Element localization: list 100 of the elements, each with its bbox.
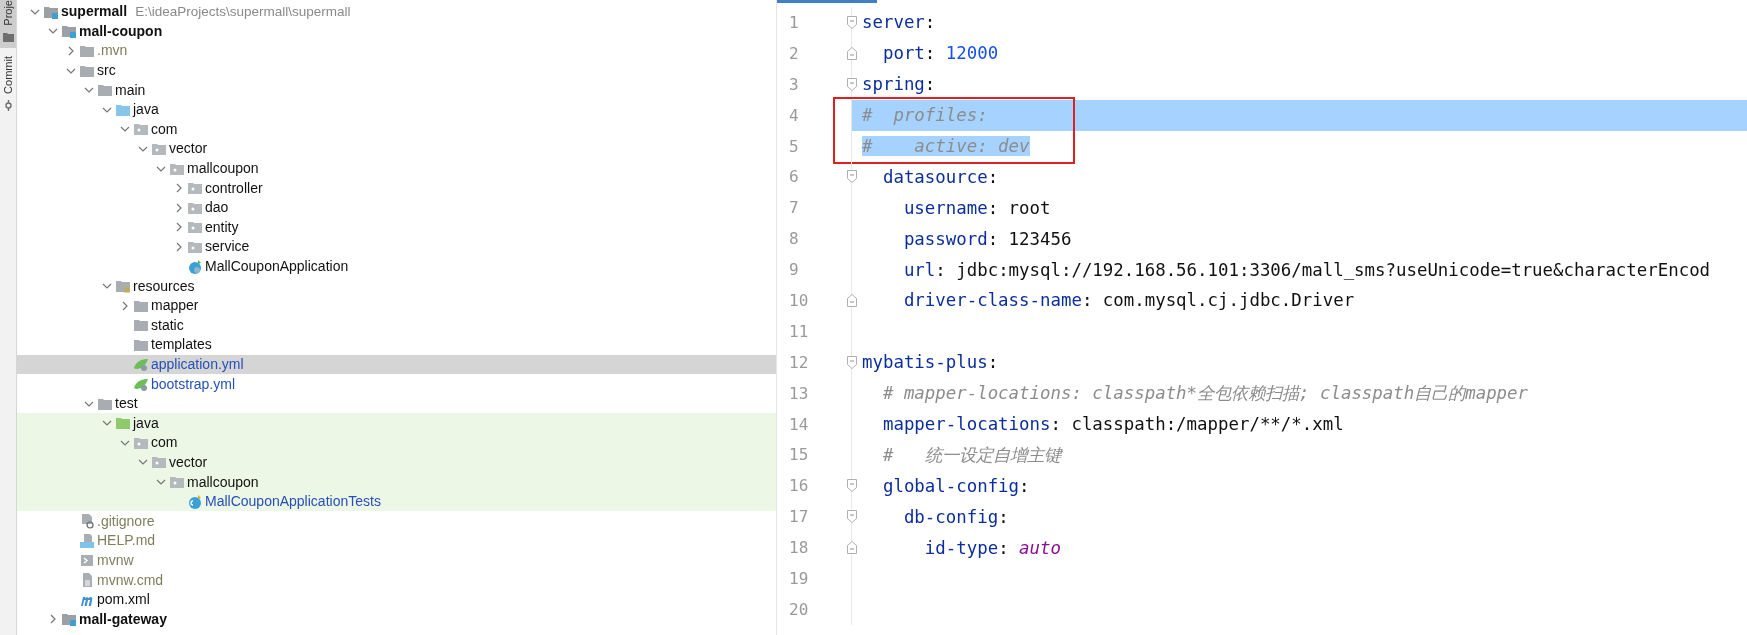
tree-item[interactable]: src (17, 60, 776, 81)
item-label: vector (169, 453, 208, 471)
yaml-colon: : (924, 43, 937, 64)
tree-item[interactable]: com (17, 433, 776, 453)
item-label: vector (169, 140, 208, 158)
fold-marker-icon[interactable] (847, 170, 857, 184)
yaml-colon: : (924, 74, 936, 95)
code-comment: # profiles: (862, 105, 988, 126)
chevron-right-icon[interactable] (48, 614, 58, 625)
yaml-colon: : (987, 228, 1000, 249)
item-label: controller (205, 179, 263, 197)
tree-item[interactable]: static (17, 315, 776, 336)
tree-item[interactable]: .mvn (17, 41, 776, 61)
yaml-key: password (862, 228, 988, 249)
item-label: resources (133, 277, 195, 295)
tree-item[interactable]: entity (17, 217, 776, 238)
tree-item[interactable]: java (17, 99, 776, 120)
tree-item[interactable]: test (17, 393, 776, 414)
code-comment: # 统一设定自增主键 (881, 443, 1061, 467)
tree-item[interactable]: mapper (17, 295, 776, 316)
tree-item[interactable]: mallcoupon (17, 472, 776, 492)
tree-item[interactable]: dao (17, 197, 776, 218)
tree-item[interactable]: service (17, 237, 776, 257)
item-label: HELP.md (97, 532, 156, 550)
tree-item[interactable]: vector (17, 139, 776, 159)
yaml-key: datasource (862, 166, 988, 187)
line-number: 7 (777, 192, 852, 224)
item-label: .mvn (97, 42, 128, 60)
fold-marker-icon[interactable] (847, 541, 857, 555)
tool-window-tab[interactable]: Proje (0, 0, 16, 48)
chevron-right-icon[interactable] (174, 241, 184, 252)
path-hint: E:\ideaProjects\supermall\supermall (135, 3, 351, 21)
yaml-value: classpath:/mapper/**/*.xml (1071, 414, 1344, 434)
chevron-right-icon[interactable] (66, 46, 76, 56)
item-label: .gitignore (97, 512, 155, 530)
item-label: mallcoupon (187, 473, 259, 491)
yaml-value: root (1008, 197, 1051, 218)
fold-marker-icon[interactable] (847, 479, 857, 493)
leaf-icon (133, 356, 149, 373)
item-label: mvnw.cmd (97, 571, 164, 589)
yaml-colon: : (1081, 290, 1094, 311)
item-label: com (151, 434, 178, 452)
tree-item[interactable]: java (17, 413, 776, 434)
code-comment: # mapper-locations: classpath*全包依赖扫描; classpath自己的mapper (881, 382, 1529, 406)
yaml-key: db-config (862, 506, 999, 527)
yaml-key: mapper-locations (862, 414, 1051, 434)
line-number: 20 (777, 593, 852, 625)
package-folder-icon (187, 219, 203, 236)
tree-item[interactable]: mallcoupon (17, 158, 776, 179)
tree-item[interactable]: mvnw (17, 550, 776, 571)
tree-item[interactable]: vector (17, 452, 776, 473)
resources-folder-icon (115, 278, 131, 295)
tree-item[interactable]: application.yml (17, 354, 776, 375)
tree-item[interactable]: MallCouponApplication (17, 256, 776, 277)
tree-item[interactable]: mall-coupon (17, 21, 776, 42)
tree-item[interactable]: supermall E:\ideaProjects\supermall\supermall (17, 2, 776, 22)
tree-item[interactable]: templates (17, 335, 776, 355)
fold-marker-icon[interactable] (847, 510, 857, 524)
line-number: 11 (777, 315, 852, 347)
yaml-key: username (862, 197, 988, 218)
code-comment: # active: dev (862, 136, 1030, 156)
chevron-right-icon[interactable] (174, 202, 184, 213)
yaml-value: com.mysql.cj.jdbc.Driver (1102, 290, 1355, 311)
package-folder-icon (187, 180, 203, 197)
tree-item[interactable]: pom.xml (17, 589, 776, 610)
fold-marker-icon[interactable] (847, 16, 857, 29)
tool-window-tab[interactable]: Commit (0, 55, 16, 117)
chevron-right-icon[interactable] (174, 183, 184, 194)
chevron-right-icon[interactable] (174, 222, 184, 233)
tree-item[interactable]: mall-gateway (17, 609, 776, 629)
fold-marker-icon[interactable] (847, 46, 857, 60)
yaml-colon: : (935, 259, 947, 280)
tree-item[interactable]: controller (17, 178, 776, 198)
fold-marker-icon[interactable] (847, 294, 857, 307)
item-label: java (133, 101, 159, 119)
item-label: java (133, 414, 159, 432)
item-label: entity (205, 218, 239, 236)
item-label: main (115, 81, 146, 99)
item-label: bootstrap.yml (151, 375, 236, 393)
line-number: 5 (777, 130, 852, 162)
item-label: test (115, 395, 138, 413)
tree-item[interactable]: MallCouponApplicationTests (17, 491, 776, 512)
yaml-key: url (862, 259, 936, 280)
yaml-key: id-type (862, 537, 999, 558)
tree-item[interactable]: main (17, 80, 776, 100)
tree-item[interactable]: resources (17, 276, 776, 296)
item-label: src (97, 62, 116, 80)
fold-marker-icon[interactable] (847, 77, 857, 91)
line-number: 19 (777, 563, 852, 594)
fold-marker-icon[interactable] (847, 355, 857, 369)
tree-item[interactable]: mvnw.cmd (17, 570, 776, 590)
tree-item[interactable]: com (17, 119, 776, 140)
tree-item[interactable]: HELP.md (17, 531, 776, 551)
item-label: application.yml (151, 356, 244, 373)
tree-item[interactable]: bootstrap.yml (17, 374, 776, 394)
yaml-key: spring (862, 74, 925, 95)
chevron-right-icon[interactable] (120, 300, 130, 311)
leaf-icon (133, 376, 149, 393)
item-label: mallcoupon (187, 160, 259, 178)
tree-item[interactable]: .gitignore (17, 511, 776, 532)
